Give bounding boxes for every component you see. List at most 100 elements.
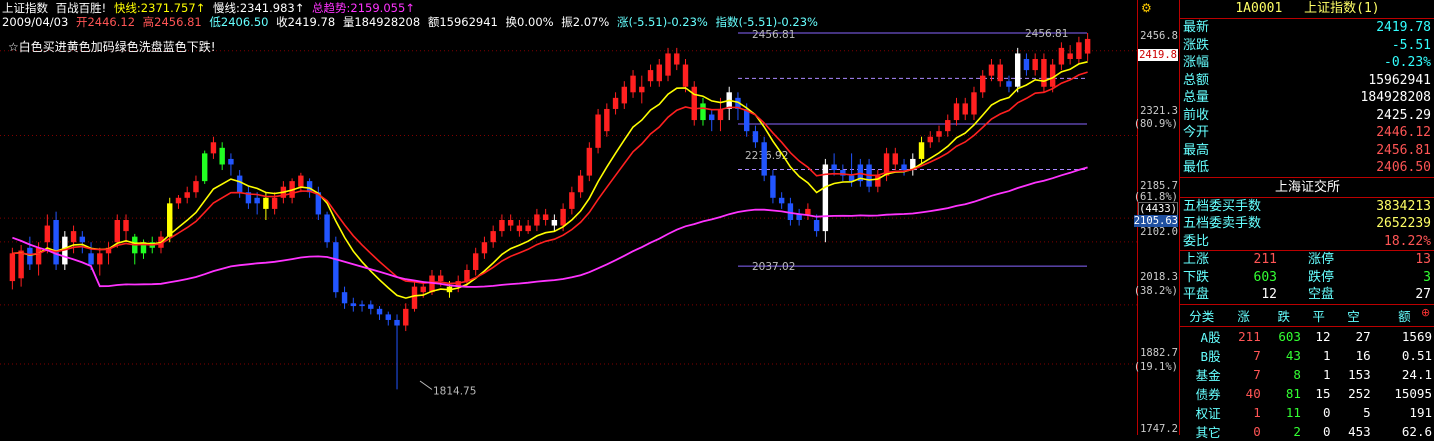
class-header: 空 xyxy=(1333,304,1374,327)
bar-high: 高2456.81 xyxy=(142,15,202,29)
candle-body xyxy=(621,86,628,104)
axis-label: 2018.3 xyxy=(1140,271,1178,283)
breadth-cell: 涨停 xyxy=(1308,252,1335,267)
class-cell: 153 xyxy=(1348,366,1371,382)
candle-body xyxy=(123,220,129,232)
bar-change: 涨(-5.51)-0.23% xyxy=(616,15,708,29)
candle-body xyxy=(665,53,671,76)
candle-body xyxy=(420,286,426,293)
class-cell: 16 xyxy=(1355,347,1371,363)
class-cell: 1569 xyxy=(1401,328,1432,344)
quote-row-value: 2446.12 xyxy=(1376,125,1431,140)
order-row-label: 五档委买手数 xyxy=(1183,198,1262,214)
price-annotation: 1814.75 xyxy=(433,385,476,397)
class-cell: 基金 xyxy=(1195,367,1221,383)
candle-body xyxy=(988,64,995,76)
quote-row-label: 涨跌 xyxy=(1183,37,1210,53)
class-row: B股 7 43 1 16 0.51 xyxy=(1180,346,1434,365)
candle-body xyxy=(577,175,584,193)
class-cell: A股 xyxy=(1200,329,1221,345)
candle-body xyxy=(595,114,601,148)
candle-body xyxy=(1084,38,1091,54)
bar-open: 开2446.12 xyxy=(75,15,136,29)
trend-line xyxy=(12,166,1088,288)
candle-body xyxy=(1014,53,1021,87)
bar-amplitude: 振2.07% xyxy=(561,15,610,29)
class-cell: 2 xyxy=(1293,423,1301,439)
class-cell: 453 xyxy=(1348,423,1371,439)
candle-body xyxy=(612,97,619,109)
candle-body xyxy=(892,153,899,165)
class-header: 涨 xyxy=(1223,304,1264,327)
candle-body xyxy=(394,319,400,326)
candle-body xyxy=(271,197,278,209)
class-header: 平 xyxy=(1303,304,1334,327)
order-row-value: 2652239 xyxy=(1376,216,1431,231)
axis-label: 2456.8 xyxy=(1140,30,1178,42)
strategy-note: ☆白色买进黄色加码绿色洗盘蓝色下跌! xyxy=(8,40,216,54)
candle-body xyxy=(228,158,234,165)
class-cell: 62.6 xyxy=(1401,423,1432,439)
candle-body xyxy=(35,247,42,265)
kline-chart[interactable]: 2456.812456.812236.922037.021814.75 上证指数… xyxy=(0,0,1137,435)
class-cell: 0 xyxy=(1322,423,1331,439)
candle-body xyxy=(210,142,217,154)
kline-canvas[interactable]: 2456.812456.812236.922037.021814.75 xyxy=(0,0,1137,435)
bar-close: 收2419.78 xyxy=(276,15,336,29)
candle-body xyxy=(9,253,16,282)
breadth-cell: 3 xyxy=(1423,269,1431,285)
candle-body xyxy=(1023,58,1030,71)
class-cell: 1 xyxy=(1253,404,1261,420)
candle-body xyxy=(778,197,785,204)
candle-body xyxy=(376,308,383,315)
settings-icon[interactable]: ⚙ xyxy=(1141,1,1152,15)
quote-row: 最高 2456.81 xyxy=(1180,142,1434,160)
class-row: A股 211 603 12 27 1569 xyxy=(1180,326,1434,346)
class-row: 权证 1 11 0 5 191 xyxy=(1180,403,1434,422)
candle-body xyxy=(709,114,715,121)
quote-row-value: -0.23% xyxy=(1384,55,1431,70)
quote-row-value: 184928208 xyxy=(1360,90,1431,105)
candle-body xyxy=(464,269,470,282)
quote-panel: 1A0001 上证指数(1) 最新 2419.78 涨跌 -5.51 涨幅 -0.23% 总… xyxy=(1179,0,1434,440)
candle-body xyxy=(1006,81,1012,87)
class-cell: 15 xyxy=(1315,385,1331,401)
axis-label: (38.2%) xyxy=(1133,285,1178,297)
candle-body xyxy=(647,70,654,82)
table-settings-icon[interactable]: ⊕ xyxy=(1421,306,1430,319)
candle-body xyxy=(481,242,488,254)
candle-body xyxy=(219,147,225,165)
order-row-value: 18.22% xyxy=(1384,233,1431,249)
class-cell: 0 xyxy=(1322,404,1331,420)
breadth-cell: 平盘 xyxy=(1183,287,1210,302)
candle-body xyxy=(263,197,269,209)
quote-list: 最新 2419.78 涨跌 -5.51 涨幅 -0.23% 总额 15962941 总量 1849… xyxy=(1180,19,1434,178)
quote-row-label: 最新 xyxy=(1183,20,1210,35)
quote-row: 最低 2406.50 xyxy=(1180,159,1434,177)
candle-body xyxy=(962,103,968,115)
class-cell: 8 xyxy=(1293,366,1301,382)
class-cell: 权证 xyxy=(1195,405,1221,421)
candle-body xyxy=(18,250,24,279)
candle-body xyxy=(927,136,933,143)
axis-label: (80.9%) xyxy=(1133,118,1178,130)
candle-body xyxy=(534,214,540,226)
axis-label: (4433) xyxy=(1138,202,1178,216)
axis-label: 1747.2 xyxy=(1140,423,1178,435)
candle-body xyxy=(945,120,951,132)
class-row: 基金 7 8 1 153 24.1 xyxy=(1180,365,1434,384)
class-cell: 1 xyxy=(1322,347,1331,363)
candle-body xyxy=(980,75,986,93)
candle-body xyxy=(27,247,33,265)
quote-row: 涨幅 -0.23% xyxy=(1180,54,1434,72)
candle-body xyxy=(1041,58,1047,87)
candle-body xyxy=(333,242,339,293)
order-row: 委比 18.22% xyxy=(1180,233,1434,251)
order-row: 五档委卖手数 2652239 xyxy=(1180,215,1434,233)
class-cell: 11 xyxy=(1285,404,1301,420)
class-cell: 0 xyxy=(1253,423,1261,439)
quote-row-value: 2425.29 xyxy=(1376,107,1431,123)
slow-line-value: 慢线:2341.983↑ xyxy=(212,1,305,15)
quote-row-label: 最高 xyxy=(1183,142,1210,158)
candle-body xyxy=(1032,58,1038,71)
